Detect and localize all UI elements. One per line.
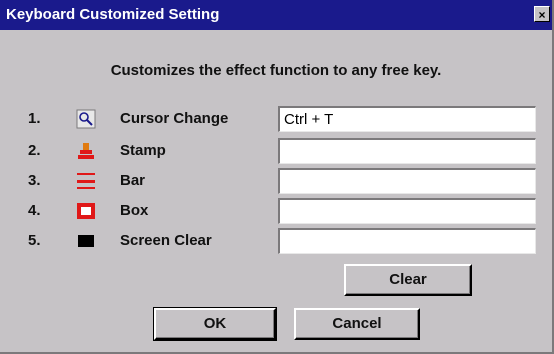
row-number: 5. bbox=[28, 232, 41, 249]
shortcut-row-stamp: 2. Stamp bbox=[0, 138, 552, 164]
screen-clear-icon bbox=[78, 235, 94, 247]
shortcut-row-bar: 3. Bar bbox=[0, 168, 552, 194]
row-number: 4. bbox=[28, 202, 41, 219]
stamp-icon bbox=[78, 143, 94, 159]
ok-button[interactable]: OK bbox=[153, 307, 277, 341]
function-label: Cursor Change bbox=[120, 110, 229, 127]
cursor-change-key-input[interactable] bbox=[278, 106, 536, 132]
shortcut-row-cursor-change: 1. Cursor Change bbox=[0, 106, 552, 132]
clear-button[interactable]: Clear bbox=[344, 264, 472, 296]
box-icon bbox=[77, 203, 95, 219]
stamp-key-input[interactable] bbox=[278, 138, 536, 164]
screen-clear-key-input[interactable] bbox=[278, 228, 536, 254]
close-icon: × bbox=[538, 8, 546, 22]
function-label: Bar bbox=[120, 172, 146, 189]
box-key-input[interactable] bbox=[278, 198, 536, 224]
title-bar[interactable]: Keyboard Customized Setting × bbox=[0, 0, 552, 30]
bar-key-input[interactable] bbox=[278, 168, 536, 194]
function-label: Box bbox=[120, 202, 149, 219]
keyboard-settings-dialog: Keyboard Customized Setting × Customizes… bbox=[0, 0, 554, 354]
row-number: 3. bbox=[28, 172, 41, 189]
row-number: 1. bbox=[28, 110, 41, 127]
function-label: Screen Clear bbox=[120, 232, 212, 249]
row-number: 2. bbox=[28, 142, 41, 159]
dialog-description: Customizes the effect function to any fr… bbox=[110, 62, 442, 79]
shortcut-row-box: 4. Box bbox=[0, 198, 552, 224]
function-label: Stamp bbox=[120, 142, 166, 159]
close-button[interactable]: × bbox=[534, 6, 550, 22]
window-title: Keyboard Customized Setting bbox=[6, 6, 220, 23]
bar-icon bbox=[77, 173, 95, 189]
cursor-change-icon bbox=[76, 109, 96, 129]
shortcut-row-screen-clear: 5. Screen Clear bbox=[0, 228, 552, 254]
cancel-button[interactable]: Cancel bbox=[294, 308, 420, 340]
